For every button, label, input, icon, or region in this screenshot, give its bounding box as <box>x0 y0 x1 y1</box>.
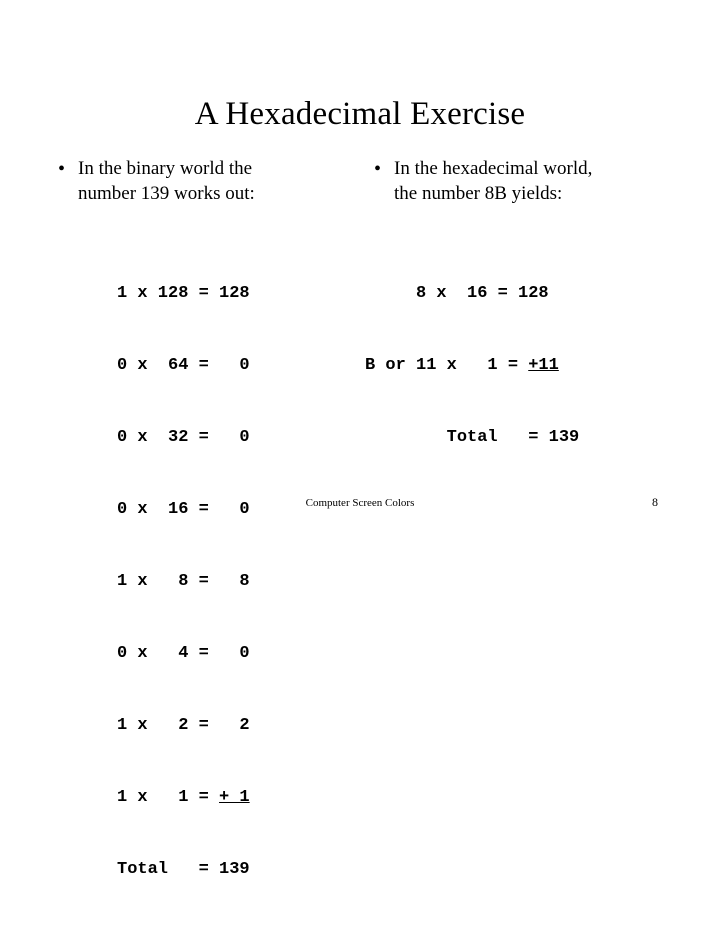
table-row-underlined: B or 11 x 1 = +11 <box>365 354 579 378</box>
table-row: 1 x 2 = 2 <box>117 716 250 735</box>
bullet-point-icon: • <box>374 158 382 180</box>
table-row: 8 x 16 = 128 <box>365 284 549 303</box>
table-row-sum-value: +11 <box>528 356 559 375</box>
page-title: A Hexadecimal Exercise <box>194 96 526 133</box>
page-number: 8 <box>652 495 658 509</box>
bullet-item-hexadecimal: • In the hexadecimal world, the number 8… <box>368 156 668 206</box>
bullet-text-hex-line2: the number 8B yields: <box>394 183 563 204</box>
bullet-block-binary: • In the binary world the number 139 wor… <box>52 156 352 206</box>
table-row-underlined: 1 x 1 = + 1 <box>117 786 250 810</box>
table-row-prefix: 1 x 1 = <box>117 788 220 807</box>
bullet-item-binary: • In the binary world the number 139 wor… <box>52 156 352 206</box>
table-row: 0 x 4 = 0 <box>117 644 250 663</box>
table-row: 1 x 128 = 128 <box>117 284 250 303</box>
table-row: 1 x 8 = 8 <box>117 572 250 591</box>
bullet-text-binary: In the binary world the number 139 works… <box>78 156 352 206</box>
binary-calculation-table: 1 x 128 = 128 0 x 64 = 0 0 x 32 = 0 0 x … <box>117 234 250 930</box>
table-row: 0 x 64 = 0 <box>117 356 250 375</box>
table-row-total: Total = 139 <box>117 860 250 879</box>
bullet-text-binary-line1: In the binary world the <box>78 158 253 179</box>
hexadecimal-calculation-table: 8 x 16 = 128 B or 11 x 1 = +11 Total = 1… <box>365 234 579 498</box>
bullet-text-hexadecimal: In the hexadecimal world, the number 8B … <box>394 156 668 206</box>
table-row-sum-value: + 1 <box>219 788 250 807</box>
bullet-text-binary-line2: number 139 works out: <box>78 183 255 204</box>
bullet-block-hexadecimal: • In the hexadecimal world, the number 8… <box>368 156 668 206</box>
slide: A Hexadecimal Exercise • In the binary w… <box>0 0 720 879</box>
table-row: 0 x 32 = 0 <box>117 428 250 447</box>
bullet-text-hex-line1: In the hexadecimal world, <box>394 158 593 179</box>
bullet-point-icon: • <box>58 158 66 180</box>
table-row-total: Total = 139 <box>365 428 580 447</box>
footer-note: Computer Screen Colors <box>305 497 415 509</box>
table-row-prefix: B or 11 x 1 = <box>365 356 529 375</box>
